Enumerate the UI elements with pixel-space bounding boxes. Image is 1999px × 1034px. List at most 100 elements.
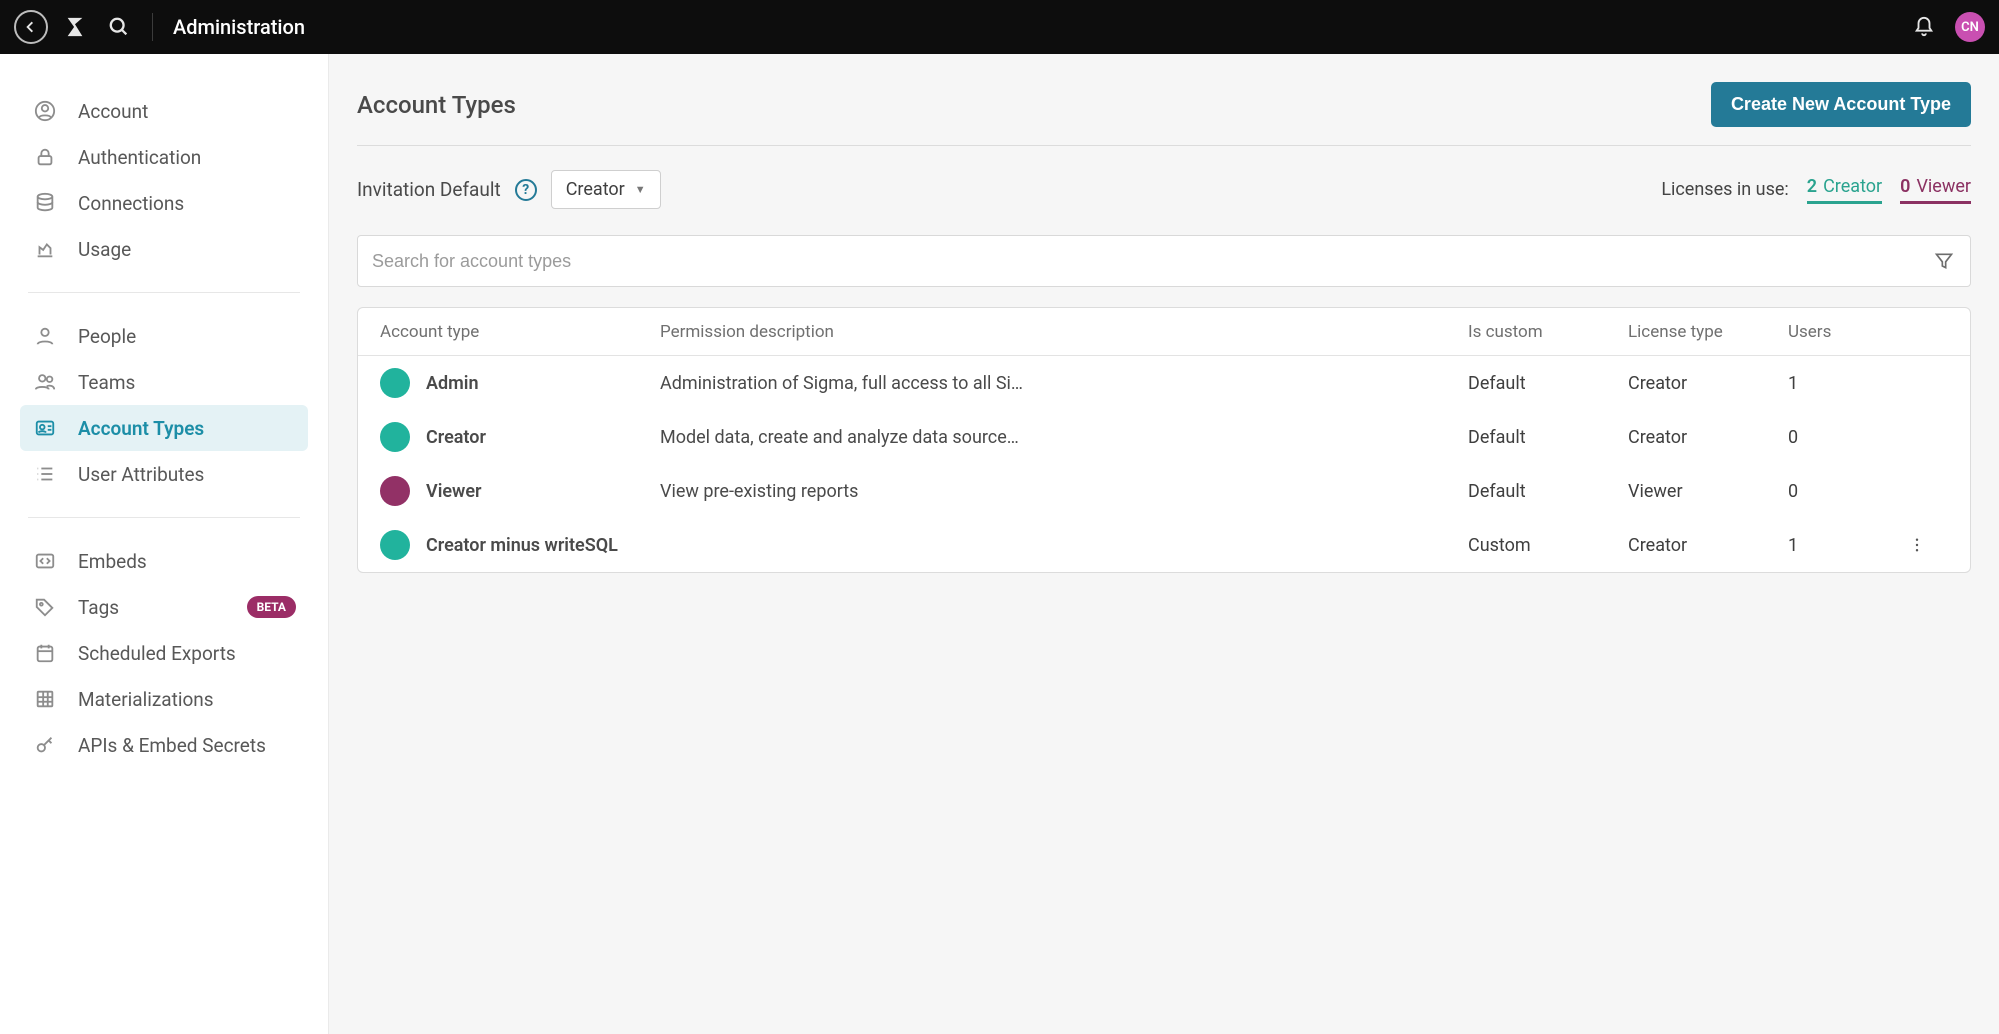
search-icon: [108, 16, 130, 38]
license-creator-label: Creator: [1823, 176, 1882, 197]
licenses-label: Licenses in use:: [1661, 179, 1788, 200]
code-icon: [32, 548, 58, 574]
search-button[interactable]: [102, 10, 136, 44]
sidebar-item-user-attributes[interactable]: User Attributes: [20, 451, 308, 497]
sidebar: Account Authentication Connections Usage Pe…: [0, 54, 328, 1034]
license-viewer[interactable]: 0 Viewer: [1900, 176, 1971, 204]
sidebar-item-label: APIs & Embed Secrets: [78, 734, 296, 757]
sidebar-item-label: Tags: [78, 596, 227, 619]
main-content: Account Types Create New Account Type In…: [328, 54, 1999, 1034]
sidebar-item-label: Account Types: [78, 417, 296, 440]
notifications-button[interactable]: [1907, 10, 1941, 44]
sidebar-separator: [28, 292, 300, 293]
cell-is-custom: Custom: [1468, 535, 1628, 556]
lock-icon: [32, 144, 58, 170]
cell-description: View pre-existing reports: [660, 481, 1468, 502]
avatar[interactable]: CN: [1955, 12, 1985, 42]
sidebar-item-label: Materializations: [78, 688, 296, 711]
sidebar-item-label: Account: [78, 100, 296, 123]
sidebar-item-scheduled-exports[interactable]: Scheduled Exports: [20, 630, 308, 676]
sidebar-item-tags[interactable]: Tags BETA: [20, 584, 308, 630]
table-row[interactable]: ViewerView pre-existing reportsDefaultVi…: [358, 464, 1970, 518]
sidebar-item-apis-embed-secrets[interactable]: APIs & Embed Secrets: [20, 722, 308, 768]
sidebar-item-label: Authentication: [78, 146, 296, 169]
cell-account-type: Creator minus writeSQL: [380, 530, 660, 560]
help-icon[interactable]: ?: [515, 179, 537, 201]
sidebar-item-label: Scheduled Exports: [78, 642, 296, 665]
cell-account-type: Viewer: [380, 476, 660, 506]
invitation-default-group: Invitation Default ? Creator ▼: [357, 170, 661, 209]
sidebar-separator: [28, 517, 300, 518]
account-type-name: Creator minus writeSQL: [426, 535, 618, 556]
row-actions-button[interactable]: [1908, 536, 1948, 554]
sidebar-item-account-types[interactable]: Account Types: [20, 405, 308, 451]
col-permission-desc: Permission description: [660, 322, 1468, 342]
search-input-container: [357, 235, 1971, 287]
table-header: Account type Permission description Is c…: [358, 308, 1970, 356]
sidebar-item-label: User Attributes: [78, 463, 296, 486]
invitation-default-label: Invitation Default: [357, 178, 501, 201]
table-row[interactable]: Creator minus writeSQL CustomCreator1: [358, 518, 1970, 572]
sidebar-item-teams[interactable]: Teams: [20, 359, 308, 405]
table-row[interactable]: Admin Administration of Sigma, full acces…: [358, 356, 1970, 410]
account-type-name: Viewer: [426, 481, 482, 502]
cell-users: 1: [1788, 535, 1908, 556]
list-icon: [32, 461, 58, 487]
color-dot: [380, 422, 410, 452]
calendar-icon: [32, 640, 58, 666]
cell-license-type: Creator: [1628, 427, 1788, 448]
sidebar-item-label: Embeds: [78, 550, 296, 573]
col-license-type: License type: [1628, 322, 1788, 342]
topbar: Administration CN: [0, 0, 1999, 54]
app-logo[interactable]: [58, 10, 92, 44]
cell-is-custom: Default: [1468, 481, 1628, 502]
sidebar-item-connections[interactable]: Connections: [20, 180, 308, 226]
sidebar-item-usage[interactable]: Usage: [20, 226, 308, 272]
sidebar-item-materializations[interactable]: Materializations: [20, 676, 308, 722]
chevron-down-icon: ▼: [635, 183, 646, 196]
account-type-name: Admin: [426, 373, 479, 394]
back-button[interactable]: [14, 10, 48, 44]
page-context-title: Administration: [173, 15, 305, 39]
people-icon: [32, 369, 58, 395]
id-card-icon: [32, 415, 58, 441]
cell-account-type: Creator: [380, 422, 660, 452]
person-icon: [32, 323, 58, 349]
sidebar-item-authentication[interactable]: Authentication: [20, 134, 308, 180]
license-creator[interactable]: 2 Creator: [1807, 176, 1882, 204]
sigma-logo-icon: [64, 16, 86, 38]
key-icon: [32, 732, 58, 758]
chart-up-icon: [32, 236, 58, 262]
sidebar-item-people[interactable]: People: [20, 313, 308, 359]
licenses-summary: Licenses in use: 2 Creator 0 Viewer: [1661, 176, 1971, 204]
sidebar-item-label: Teams: [78, 371, 296, 394]
license-viewer-label: Viewer: [1916, 176, 1971, 197]
more-vertical-icon: [1908, 536, 1926, 554]
filter-icon: [1934, 251, 1954, 271]
account-type-name: Creator: [426, 427, 486, 448]
invitation-default-value: Creator: [566, 179, 625, 200]
beta-badge: BETA: [247, 596, 296, 618]
create-account-type-button[interactable]: Create New Account Type: [1711, 82, 1971, 127]
topbar-right: CN: [1907, 10, 1985, 44]
table-row[interactable]: CreatorModel data, create and analyze da…: [358, 410, 1970, 464]
sidebar-item-label: Usage: [78, 238, 296, 261]
tag-icon: [32, 594, 58, 620]
sidebar-item-account[interactable]: Account: [20, 88, 308, 134]
sidebar-item-embeds[interactable]: Embeds: [20, 538, 308, 584]
invitation-default-select[interactable]: Creator ▼: [551, 170, 661, 209]
filter-button[interactable]: [1928, 245, 1960, 277]
cell-users: 0: [1788, 481, 1908, 502]
cell-description: Administration of Sigma, full access to …: [660, 373, 1468, 394]
color-dot: [380, 368, 410, 398]
sidebar-item-label: Connections: [78, 192, 296, 215]
page-title: Account Types: [357, 91, 516, 119]
color-dot: [380, 476, 410, 506]
cell-license-type: Creator: [1628, 535, 1788, 556]
arrow-left-icon: [23, 19, 39, 35]
search-input[interactable]: [372, 251, 1928, 272]
account-types-table: Account type Permission description Is c…: [357, 307, 1971, 573]
cell-account-type: Admin: [380, 368, 660, 398]
cell-users: 1: [1788, 373, 1908, 394]
cell-license-type: Creator: [1628, 373, 1788, 394]
